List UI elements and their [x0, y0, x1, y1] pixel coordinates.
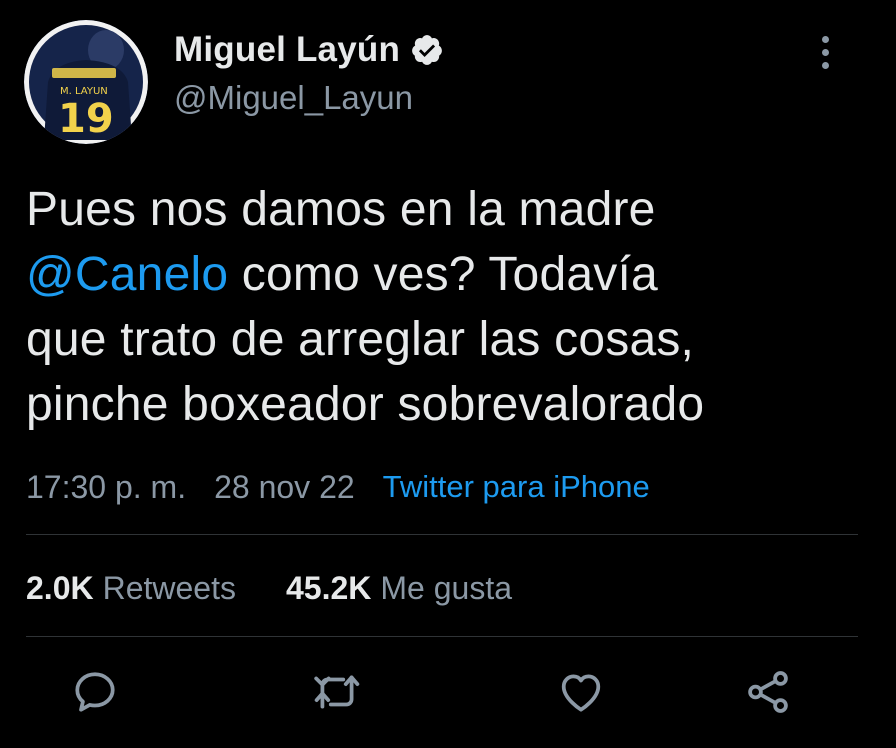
- avatar[interactable]: M. LAYUN 19: [24, 20, 148, 144]
- tweet-text-line: @Canelo como ves? Todavía: [26, 242, 872, 307]
- tweet-card: M. LAYUN 19 Miguel Layún @Miguel_Layun P…: [0, 0, 896, 748]
- author-display-name[interactable]: Miguel Layún: [174, 30, 400, 70]
- retweets-label: Retweets: [102, 569, 236, 606]
- avatar-image: M. LAYUN 19: [24, 20, 148, 144]
- more-options-icon[interactable]: [811, 32, 841, 74]
- retweets-count: 2.0K: [26, 569, 94, 606]
- like-icon[interactable]: [556, 667, 606, 717]
- tweet-stats: 2.0K Retweets 45.2K Me gusta: [26, 566, 512, 610]
- tweet-meta: 17:30 p. m. 28 nov 22 Twitter para iPhon…: [26, 465, 650, 509]
- tweet-text-line: pinche boxeador sobrevalorado: [26, 372, 872, 437]
- author-handle[interactable]: @Miguel_Layun: [174, 79, 413, 117]
- mention-link[interactable]: @Canelo: [26, 248, 228, 301]
- tweet-text-line: que trato de arreglar las cosas,: [26, 307, 872, 372]
- likes-label: Me gusta: [380, 569, 512, 606]
- author-name-row: Miguel Layún: [174, 28, 444, 72]
- divider: [26, 636, 858, 637]
- tweet-source-link[interactable]: Twitter para iPhone: [383, 469, 650, 505]
- likes-stat[interactable]: 45.2K Me gusta: [286, 570, 512, 607]
- avatar-jersey-number: 19: [58, 96, 114, 142]
- retweets-stat[interactable]: 2.0K Retweets: [26, 570, 236, 607]
- tweet-text-line: Pues nos damos en la madre: [26, 177, 872, 242]
- reply-icon[interactable]: [70, 667, 120, 717]
- tweet-date[interactable]: 28 nov 22: [214, 469, 355, 506]
- tweet-text: Pues nos damos en la madre @Canelo como …: [26, 177, 872, 437]
- divider: [26, 534, 858, 535]
- tweet-text-segment: pinche boxeador sobrevalorado: [26, 378, 705, 431]
- likes-count: 45.2K: [285, 569, 372, 606]
- verified-badge-icon: [412, 35, 442, 65]
- tweet-text-segment: como ves? Todavía: [228, 248, 658, 301]
- share-icon[interactable]: [743, 667, 793, 717]
- tweet-time[interactable]: 17:30 p. m.: [26, 469, 186, 506]
- tweet-text-segment: que trato de arreglar las cosas,: [26, 313, 695, 366]
- tweet-text-segment: Pues nos damos en la madre: [26, 183, 656, 236]
- retweet-icon[interactable]: [312, 667, 362, 717]
